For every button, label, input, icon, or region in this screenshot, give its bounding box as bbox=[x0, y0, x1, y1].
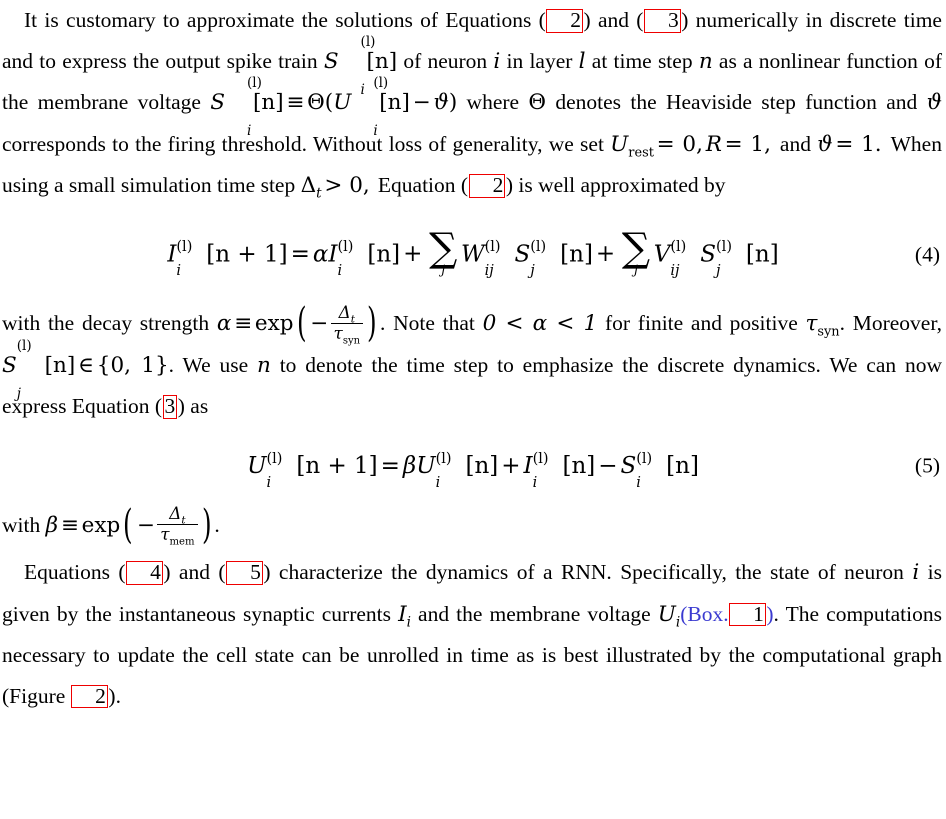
p2-text-4: . Moreover, bbox=[839, 311, 942, 336]
display-equation-5: U (l) i [n + 1] = βU (l) i [n] + I (l) i [n] − S (l) i [n]… bbox=[0, 451, 946, 492]
p1-text-10: corresponds to the firing threshold. Wit… bbox=[2, 131, 611, 156]
math-vartheta-2: ϑ bbox=[926, 90, 942, 115]
box-ref-1[interactable]: 1 bbox=[729, 602, 766, 627]
p4-text-7: ). bbox=[108, 683, 121, 708]
p1-text-9: denotes the Heaviside step function and bbox=[546, 90, 927, 114]
math-r-assignment: R = 1, bbox=[705, 131, 771, 157]
fraction-delta-over-tau-mem: Δt τmem bbox=[157, 505, 198, 547]
math-spike-binary-set: S (l) j [n] ∈ {0, 1} bbox=[2, 337, 169, 402]
equation-ref-5[interactable]: 5 bbox=[226, 561, 263, 585]
p4-text-1: Equations ( bbox=[24, 560, 126, 585]
equation-ref-2a[interactable]: 2 bbox=[546, 9, 584, 33]
math-heaviside-definition: S (l) i [n] ≡ Θ(U (l) i [n] − ϑ) bbox=[210, 75, 458, 140]
p2-text-5: . We use bbox=[168, 352, 257, 377]
box-reference-open[interactable]: (Box. bbox=[680, 602, 728, 626]
equation-4-number: (4) bbox=[914, 242, 940, 267]
display-equation-4: I (l) i [n + 1] = αI (l) i [n] + ∑ j W (l) ij S (l) j [n] +… bbox=[0, 224, 946, 280]
p1-text-13: Equation ( bbox=[372, 173, 469, 197]
math-vartheta-assignment: ϑ = 1. bbox=[817, 131, 882, 157]
equation-ref-2b[interactable]: 2 bbox=[468, 174, 506, 198]
equation-5-number: (5) bbox=[914, 453, 940, 478]
math-theta-symbol: Θ bbox=[528, 90, 547, 115]
p3-text-2: . bbox=[214, 512, 220, 537]
p3-text-1: with bbox=[2, 512, 46, 537]
equation-ref-3a[interactable]: 3 bbox=[643, 9, 681, 33]
paragraph-1: It is customary to approximate the solut… bbox=[0, 0, 946, 207]
paragraph-2: with the decay strength α ≡ exp(− Δt τsyn). … bbox=[0, 303, 946, 427]
p1-text-1: It is customary to approximate the solut… bbox=[24, 8, 546, 32]
p1-text-8: where bbox=[457, 90, 529, 114]
p2-text-3: for finite and positive bbox=[597, 311, 806, 336]
p2-text-7: ) as bbox=[177, 394, 209, 419]
paper-page: It is customary to approximate the solut… bbox=[0, 0, 946, 819]
math-timestep-n: n bbox=[698, 48, 713, 74]
p1-text-14: ) is well approximated by bbox=[505, 173, 726, 197]
p2-text-1: with the decay strength bbox=[2, 311, 217, 336]
p1-text-4: of neuron bbox=[397, 48, 494, 73]
p4-text-2: ) and ( bbox=[163, 560, 226, 585]
summation-2: ∑ j bbox=[621, 224, 651, 278]
equation-ref-3b[interactable]: 3 bbox=[162, 395, 178, 419]
p1-text-11: and bbox=[773, 131, 818, 156]
math-n-timestep-2: n bbox=[256, 352, 271, 378]
equation-ref-4[interactable]: 4 bbox=[126, 561, 163, 585]
paragraph-4: Equations (4) and (5) characterize the d… bbox=[0, 552, 946, 716]
math-u-rest-assignment: Urest = 0, bbox=[610, 131, 703, 160]
equation-5-body: U (l) i [n + 1] = βU (l) i [n] + I (l) i [n] − S (l) i [n] bbox=[247, 451, 699, 492]
p1-text-5: in layer bbox=[500, 48, 579, 73]
math-delta-t-positive: Δt > 0, bbox=[300, 173, 370, 202]
p2-text-2: . Note that bbox=[380, 311, 483, 336]
math-voltage-U-i: Ui bbox=[657, 601, 681, 630]
paragraph-3: with β ≡ exp(− Δt τmem). bbox=[0, 505, 946, 547]
fraction-delta-over-tau-syn: Δt τsyn bbox=[330, 303, 364, 345]
p1-text-6: at time step bbox=[585, 48, 699, 73]
summation-1: ∑ j bbox=[429, 224, 458, 278]
p4-text-3: ) characterize the dynamics of a RNN. Sp… bbox=[263, 560, 913, 585]
equation-4-body: I (l) i [n + 1] = αI (l) i [n] + ∑ j W (l) ij S (l) j [n] +… bbox=[167, 224, 779, 280]
math-layer-l: l bbox=[578, 48, 586, 74]
p1-text-2: ) and ( bbox=[583, 8, 644, 32]
math-beta-definition: β ≡ exp(− Δt τmem) bbox=[45, 501, 212, 548]
box-reference-close[interactable]: ) bbox=[766, 602, 773, 626]
p4-text-5: and the membrane voltage bbox=[410, 601, 658, 626]
math-current-I-i: Ii bbox=[398, 601, 411, 630]
math-tau-syn: τsyn bbox=[805, 311, 840, 340]
figure-ref-2[interactable]: 2 bbox=[71, 684, 108, 709]
math-alpha-inequality: 0 < α < 1 bbox=[482, 311, 598, 337]
math-alpha-definition: α ≡ exp(− Δt τsyn) bbox=[216, 300, 378, 347]
